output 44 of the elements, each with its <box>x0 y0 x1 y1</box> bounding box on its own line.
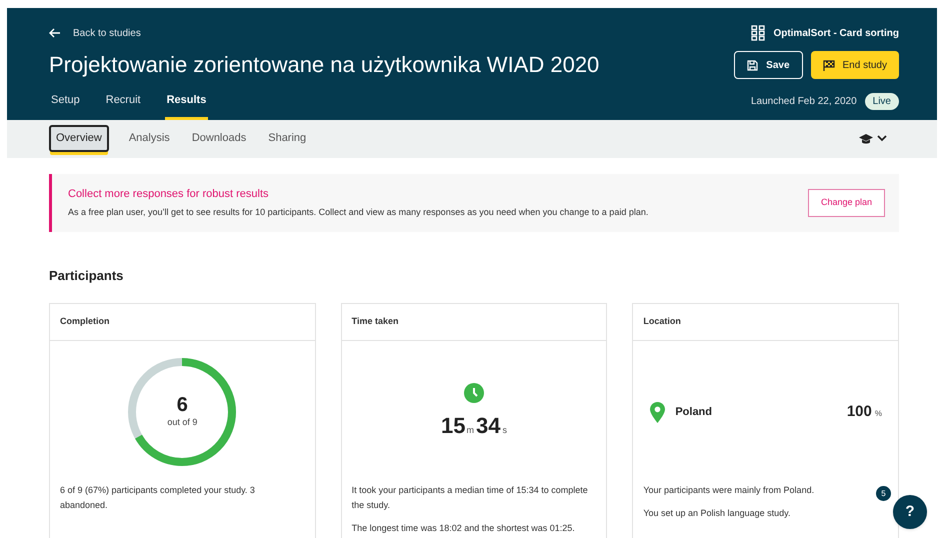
back-arrow-icon <box>49 28 61 38</box>
status-pill: Live <box>864 92 899 110</box>
card-title: Location <box>643 315 681 328</box>
clock-icon <box>464 382 484 402</box>
nav-tab[interactable]: Recruit <box>104 92 143 120</box>
seconds-unit: s <box>502 424 507 436</box>
flag-icon <box>822 60 835 70</box>
minutes-unit: m <box>466 424 474 436</box>
launch-date: Launched Feb 22, 2020 <box>750 94 857 108</box>
completion-caption: out of 9 <box>167 416 198 430</box>
save-button[interactable]: Save <box>734 51 803 79</box>
card-title: Time taken <box>352 315 399 328</box>
nav-tab[interactable]: Setup <box>49 92 82 120</box>
card-description: You set up an Polish language study. <box>643 507 790 520</box>
section-title: Participants <box>49 266 124 285</box>
minutes-value: 15 <box>441 412 466 440</box>
end-study-button[interactable]: End study <box>810 51 899 79</box>
banner-text: As a free plan user, you’ll get to see results for 10 participants. Collect and view as many responses as you need when you change to a paid plan. <box>68 206 648 219</box>
card-title: Completion <box>60 315 110 328</box>
back-link[interactable]: Back to studies <box>49 26 141 40</box>
map-pin-icon <box>650 402 666 422</box>
country-percent: 100 <box>846 402 872 422</box>
percent-unit: % <box>874 408 882 420</box>
seconds-value: 34 <box>476 412 500 440</box>
sub-tab[interactable]: Analysis <box>126 127 172 150</box>
country-name: Poland <box>675 404 712 420</box>
help-button[interactable]: ? <box>893 495 927 529</box>
graduation-cap-icon <box>859 134 873 144</box>
grid-icon <box>751 25 766 41</box>
card-description: 6 of 9 (67%) participants completed your study. 3 abandoned. <box>60 484 256 512</box>
card-description: Your participants were mainly from Poland. <box>643 484 814 497</box>
save-icon <box>747 60 758 70</box>
card-description: The longest time was 18:02 and the shortest was 01:25. <box>352 522 575 535</box>
product-name: OptimalSort - Card sorting <box>773 26 899 40</box>
chevron-down-icon <box>877 135 887 142</box>
sub-tab[interactable]: Downloads <box>190 127 248 150</box>
change-plan-button[interactable]: Change plan <box>808 188 885 216</box>
card-description: It took your participants a median time of 15:34 to complete the study. <box>352 484 589 512</box>
completion-count: 6 <box>176 394 188 416</box>
academy-menu[interactable] <box>859 134 887 144</box>
banner-title: Collect more responses for robust results <box>68 187 270 202</box>
sub-tab[interactable]: Overview <box>49 125 109 152</box>
sub-tab[interactable]: Sharing <box>266 127 308 150</box>
study-title: Projektowanie zorientowane na użytkownika WIAD 2020 <box>49 51 600 79</box>
